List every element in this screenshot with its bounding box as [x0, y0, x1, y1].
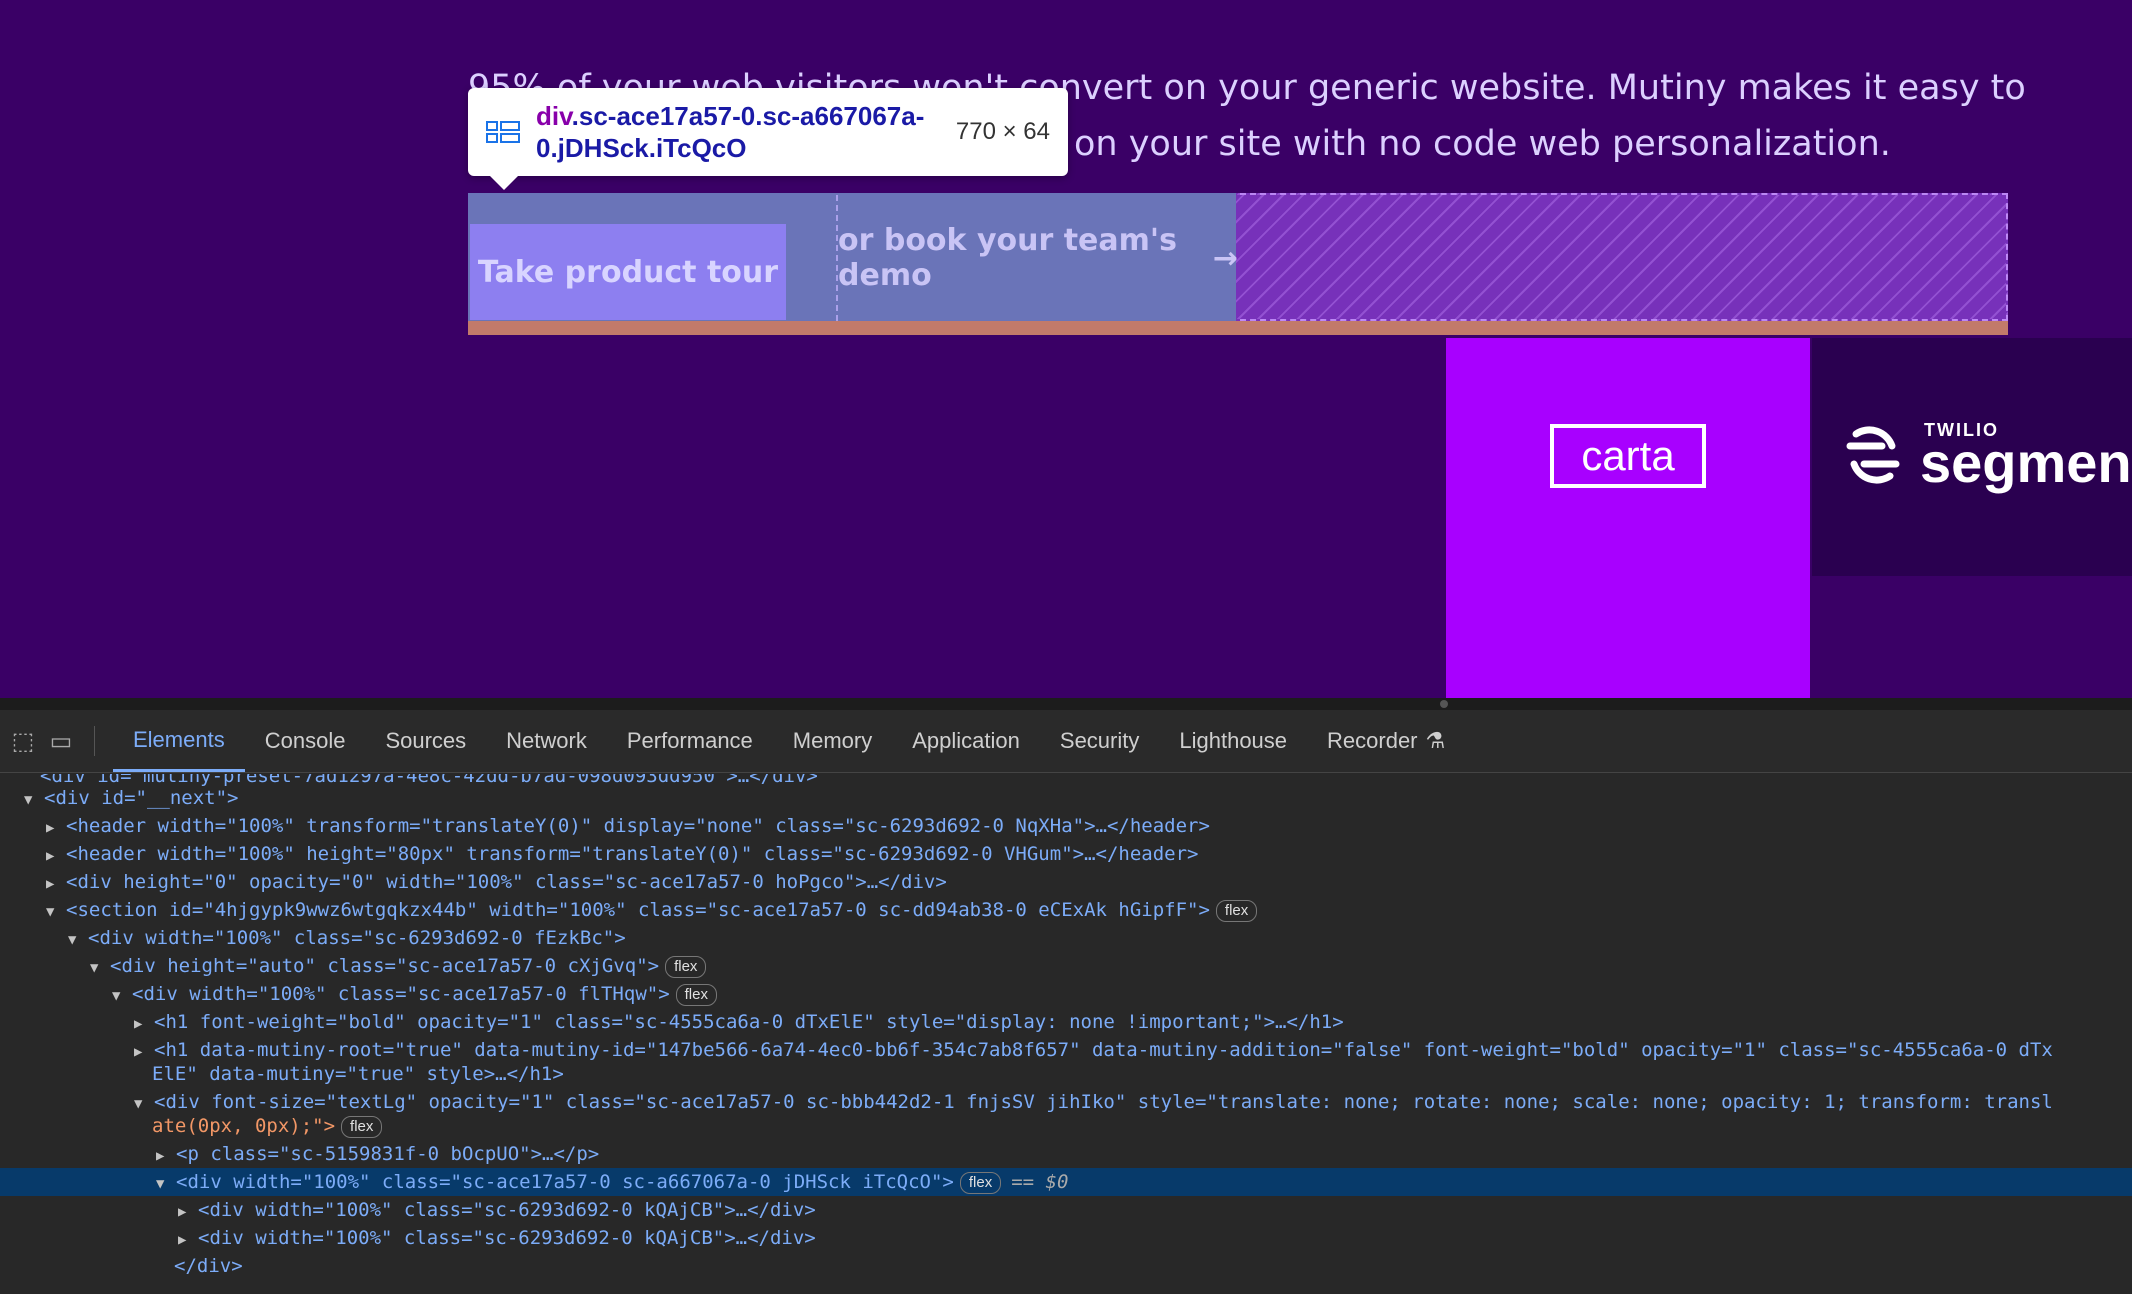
carta-logo-tile [1446, 338, 1810, 698]
dom-node-text: <div id="__next"> [44, 787, 239, 809]
dom-node-close[interactable]: </div> [0, 1252, 2132, 1280]
dom-node-text: <section id="4hjgypk9wwz6wtgqkzx44b" wid… [66, 899, 1210, 921]
dom-node[interactable]: ▼ <section id="4hjgypk9wwz6wtgqkzx44b" wi… [0, 896, 2132, 924]
dom-node[interactable]: ▶ <div height="0" opacity="0" width="100%… [0, 868, 2132, 896]
flex-layout-icon [486, 121, 520, 143]
expanded-triangle-icon: ▼ [112, 988, 121, 1004]
dom-node[interactable]: ▶ <div width="100%" class="sc-6293d692-0 … [0, 1196, 2132, 1224]
collapsed-triangle-icon: ▶ [134, 1016, 143, 1032]
element-highlight-margin [468, 321, 2008, 335]
collapsed-triangle-icon: ▶ [178, 1232, 187, 1248]
device-toolbar-icon[interactable]: ▭ [46, 726, 76, 756]
tab-application[interactable]: Application [892, 710, 1040, 772]
dom-node-text: <div height="0" opacity="0" width="100%"… [66, 871, 947, 893]
dom-node[interactable]: ▼ <div width="100%" class="sc-6293d692-0 … [0, 924, 2132, 952]
dom-node-text: ElE" data-mutiny="true" style>…</h1> [152, 1063, 564, 1085]
segment-logo-wordmark: segment [1920, 431, 2132, 494]
expanded-triangle-icon: ▼ [46, 904, 55, 920]
tab-sources[interactable]: Sources [365, 710, 486, 772]
dom-tree: <div id="mutiny-preset-7ad1297a-4e8c-42d… [0, 774, 2132, 1294]
tooltip-tag: div [536, 101, 572, 131]
dom-node-continuation: ate(0px, 0px);"> flex [0, 1112, 2132, 1140]
dom-node[interactable]: ▼ <div width="100%" class="sc-ace17a57-0 … [0, 980, 2132, 1008]
tab-performance[interactable]: Performance [607, 710, 773, 772]
dom-node[interactable]: ▶ <header width="100%" height="80px" tran… [0, 840, 2132, 868]
devtools-resize-handle[interactable] [0, 698, 2132, 710]
dom-node-text: <div height="auto" class="sc-ace17a57-0 … [110, 955, 660, 977]
dom-node-text: <div width="100%" class="sc-6293d692-0 k… [198, 1227, 816, 1249]
collapsed-triangle-icon: ▶ [46, 848, 55, 864]
dom-node-continuation: ElE" data-mutiny="true" style>…</h1> [0, 1060, 2132, 1088]
expanded-triangle-icon: ▼ [156, 1176, 165, 1192]
carta-logo: carta [1550, 424, 1706, 488]
dom-node[interactable]: ▶ <h1 font-weight="bold" opacity="1" clas… [0, 1008, 2132, 1036]
expanded-triangle-icon: ▼ [24, 792, 33, 808]
dom-node-text: <h1 data-mutiny-root="true" data-mutiny-… [154, 1039, 2053, 1061]
tab-console[interactable]: Console [245, 710, 366, 772]
selected-node-marker: == $0 [1011, 1171, 1069, 1193]
book-demo-label: or book your team's demo [838, 223, 1177, 293]
dom-node-text: <h1 font-weight="bold" opacity="1" class… [154, 1011, 1344, 1033]
dom-node[interactable]: ▶ <header width="100%" transform="transla… [0, 812, 2132, 840]
flex-badge[interactable]: flex [1215, 899, 1258, 922]
flask-icon: ⚗ [1425, 728, 1446, 753]
devtools-panel: ⬚ ▭ Elements Console Sources Network Per… [0, 710, 2132, 1294]
dom-node-text: <div width="100%" class="sc-ace17a57-0 s… [176, 1171, 954, 1193]
expanded-triangle-icon: ▼ [68, 932, 77, 948]
dom-node-text: <div width="100%" class="sc-6293d692-0 f… [88, 927, 626, 949]
tab-recorder-label: Recorder [1327, 728, 1418, 753]
dom-node[interactable]: ▶ <p class="sc-5159831f-0 bOcpUO">…</p> [0, 1140, 2132, 1168]
collapsed-triangle-icon: ▶ [156, 1148, 165, 1164]
dom-node-text: </div> [174, 1255, 243, 1277]
tooltip-classes: .sc-ace17a57-0.sc-a667067a-0.jDHSck.iTcQ… [536, 101, 925, 163]
dom-node[interactable]: ▼ <div id="__next"> [0, 784, 2132, 812]
collapsed-triangle-icon: ▶ [46, 876, 55, 892]
dom-node-text: <header width="100%" height="80px" trans… [66, 843, 1199, 865]
tab-memory[interactable]: Memory [773, 710, 892, 772]
tab-lighthouse[interactable]: Lighthouse [1159, 710, 1307, 772]
dom-node-text: <div width="100%" class="sc-6293d692-0 k… [198, 1199, 816, 1221]
dom-node[interactable]: ▼ <div height="auto" class="sc-ace17a57-0… [0, 952, 2132, 980]
resize-grip [1440, 700, 1448, 708]
tab-network[interactable]: Network [486, 710, 607, 772]
collapsed-triangle-icon: ▶ [178, 1204, 187, 1220]
tooltip-selector: div.sc-ace17a57-0.sc-a667067a-0.jDHSck.i… [536, 100, 946, 164]
inspect-tooltip: div.sc-ace17a57-0.sc-a667067a-0.jDHSck.i… [468, 88, 1068, 190]
devtools-tabbar: ⬚ ▭ Elements Console Sources Network Per… [0, 710, 2132, 773]
dom-node-selected[interactable]: ▼ <div width="100%" class="sc-ace17a57-0 … [0, 1168, 2132, 1196]
take-product-tour-button[interactable]: Take product tour [470, 224, 786, 320]
dom-node-text: <p class="sc-5159831f-0 bOcpUO">…</p> [176, 1143, 600, 1165]
flex-badge[interactable]: flex [959, 1171, 1002, 1194]
dom-node-text: <header width="100%" transform="translat… [66, 815, 1210, 837]
inspect-element-icon[interactable]: ⬚ [8, 726, 38, 756]
dom-node-text: <div font-size="textLg" opacity="1" clas… [154, 1091, 2053, 1113]
tab-elements[interactable]: Elements [113, 710, 245, 772]
collapsed-triangle-icon: ▶ [46, 820, 55, 836]
segment-logo-icon [1846, 426, 1900, 484]
dom-node[interactable]: ▶ <div width="100%" class="sc-6293d692-0 … [0, 1224, 2132, 1252]
dom-node-text: <div width="100%" class="sc-ace17a57-0 f… [132, 983, 670, 1005]
flex-badge[interactable]: flex [341, 1115, 383, 1138]
tab-security[interactable]: Security [1040, 710, 1159, 772]
toolbar-divider [94, 726, 95, 756]
tab-recorder[interactable]: Recorder ⚗ [1307, 710, 1465, 772]
book-demo-link[interactable]: or book your team's demo → [836, 195, 1238, 321]
dom-node-text: ate(0px, 0px);"> [152, 1115, 336, 1137]
arrow-right-icon: → [1212, 240, 1238, 276]
expanded-triangle-icon: ▼ [90, 960, 99, 976]
flex-badge[interactable]: flex [675, 983, 717, 1006]
web-page-viewport: 95% of your web visitors won't convert o… [0, 0, 2132, 698]
flex-badge[interactable]: flex [665, 955, 707, 978]
tooltip-size: 770 × 64 [955, 118, 1050, 145]
